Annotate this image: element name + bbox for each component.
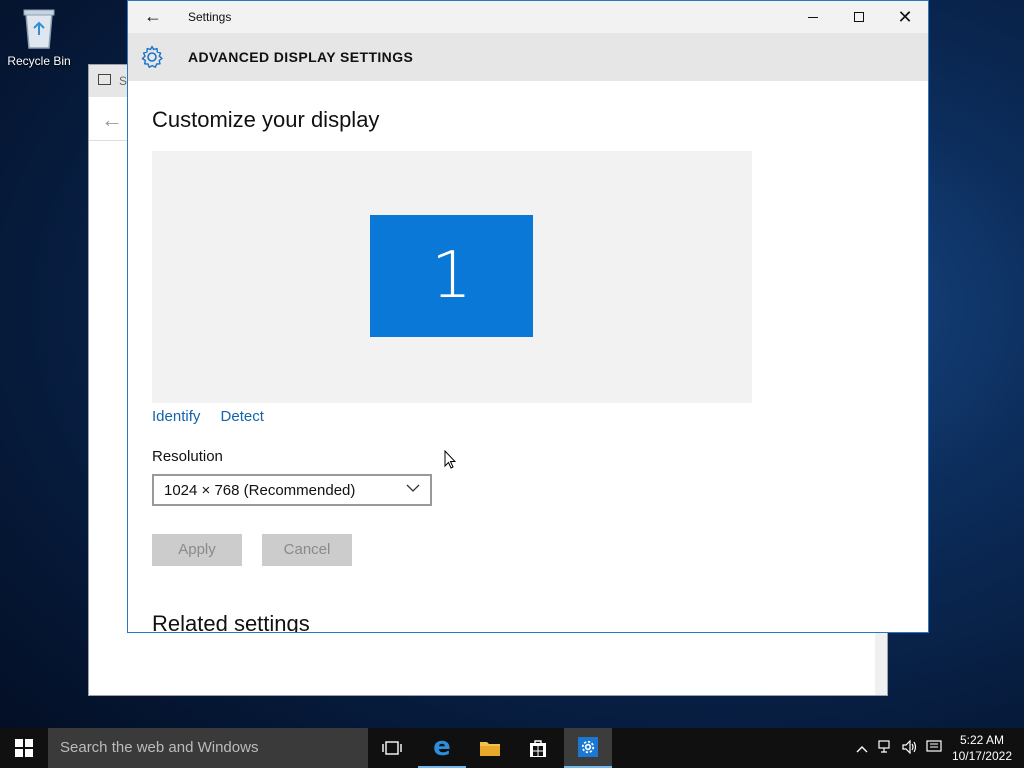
folder-icon [480, 742, 500, 756]
detect-link[interactable]: Detect [221, 408, 264, 425]
task-view-icon [382, 741, 402, 755]
settings-gear-icon [578, 737, 598, 757]
window-title: Settings [188, 10, 232, 24]
action-center-icon[interactable] [926, 739, 942, 757]
window-icon [98, 74, 111, 85]
cancel-button[interactable]: Cancel [262, 534, 352, 566]
page-title: Customize your display [152, 107, 380, 132]
task-view-button[interactable] [368, 728, 416, 768]
chevron-down-icon [406, 481, 420, 498]
edge-button[interactable]: e [418, 728, 466, 768]
background-window-title: S [119, 74, 128, 88]
apply-button[interactable]: Apply [152, 534, 242, 566]
edge-icon: e [433, 732, 451, 762]
resolution-dropdown[interactable]: 1024 × 768 (Recommended) [152, 474, 432, 506]
settings-window: ← Settings ✕ ADVANCED DISPLAY SETTINGS C… [127, 0, 929, 633]
resolution-label: Resolution [152, 448, 223, 465]
content-area: Customize your display 1 Identify Detect… [152, 81, 928, 632]
system-tray [856, 728, 942, 768]
titlebar: ← Settings ✕ [128, 1, 928, 33]
identify-link[interactable]: Identify [152, 408, 200, 425]
start-button[interactable] [0, 728, 48, 768]
resolution-value: 1024 × 768 (Recommended) [164, 482, 356, 499]
taskbar-clock[interactable]: 5:22 AM 10/17/2022 [952, 732, 1012, 764]
chevron-up-icon[interactable] [856, 740, 868, 756]
windows-logo-icon [15, 739, 33, 757]
settings-header: ADVANCED DISPLAY SETTINGS [128, 33, 928, 81]
store-icon [530, 740, 546, 757]
display-links: Identify Detect [152, 408, 280, 425]
store-button[interactable] [514, 728, 562, 768]
display-arrangement-area: 1 [152, 151, 752, 403]
related-settings-heading: Related settings [152, 611, 310, 633]
close-icon: ✕ [897, 7, 913, 27]
clock-date: 10/17/2022 [951, 749, 1012, 763]
maximize-icon [854, 12, 864, 22]
close-button[interactable]: ✕ [882, 1, 928, 33]
recycle-bin-label: Recycle Bin [7, 54, 71, 68]
mouse-cursor-icon [444, 449, 457, 470]
minimize-icon [808, 16, 818, 18]
monitor-tile[interactable]: 1 [370, 215, 533, 337]
maximize-button[interactable] [836, 1, 882, 33]
taskbar: Search the web and Windows e 5:22 AM 10/… [0, 728, 1024, 768]
clock-time: 5:22 AM [959, 733, 1004, 747]
recycle-bin-desktop-icon[interactable]: Recycle Bin [4, 6, 74, 68]
gear-icon [140, 45, 164, 69]
file-explorer-button[interactable] [466, 728, 514, 768]
back-arrow-icon[interactable]: ← [101, 107, 123, 133]
network-icon[interactable] [878, 739, 894, 757]
back-button[interactable]: ← [144, 6, 162, 27]
taskbar-search-box[interactable]: Search the web and Windows [48, 728, 368, 768]
page-header-title: ADVANCED DISPLAY SETTINGS [188, 49, 414, 65]
settings-taskbar-button[interactable] [564, 728, 612, 768]
recycle-bin-icon [20, 6, 58, 50]
volume-icon[interactable] [902, 739, 918, 757]
minimize-button[interactable] [790, 1, 836, 33]
